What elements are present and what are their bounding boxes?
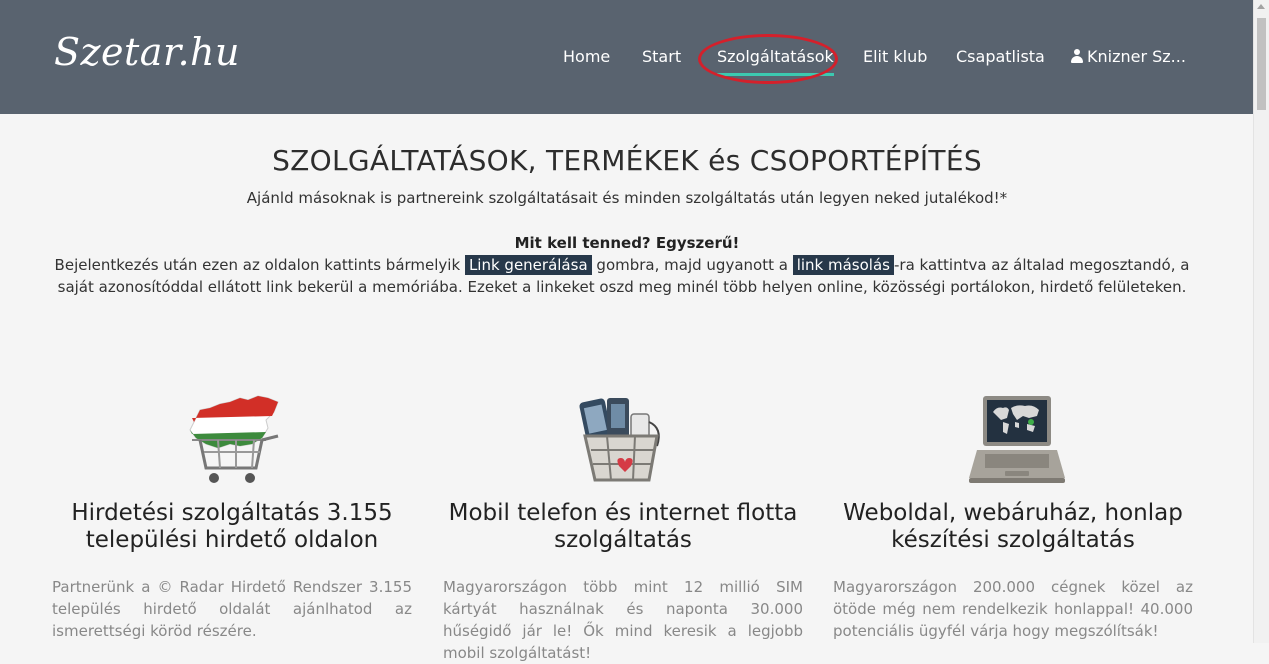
link-generate-tag: Link generálása	[464, 255, 592, 275]
scroll-up-arrow-icon[interactable]	[1257, 4, 1265, 9]
brand-logo[interactable]: Szetar.hu	[54, 30, 240, 74]
page-title: SZOLGÁLTATÁSOK, TERMÉKEK és CSOPORTÉPÍTÉ…	[272, 144, 982, 177]
scrollbar[interactable]	[1253, 0, 1269, 643]
card-text: Partnerünk a © Radar Hirdető Rendszer 3.…	[52, 578, 412, 640]
card-text: Magyarországon több mint 12 millió SIM k…	[443, 578, 803, 662]
user-icon	[1071, 49, 1083, 63]
card-title: Hirdetési szolgáltatás 3.155 települési …	[71, 500, 393, 553]
instructions-text: Bejelentkezés után ezen az oldalon katti…	[40, 254, 1204, 298]
nav-home[interactable]: Home	[563, 47, 610, 66]
laptop-world-icon	[967, 392, 1067, 487]
mobile-basket-icon	[577, 392, 677, 487]
card-title: Weboldal, webáruház, honlap készítési sz…	[843, 500, 1183, 553]
how-title: Mit kell tenned? Egyszerű!	[514, 234, 740, 252]
navbar: Szetar.hu Home Start Szolgáltatások Elit…	[0, 0, 1254, 114]
hungary-cart-icon	[186, 392, 286, 487]
link-copy-tag: link másolás	[792, 255, 894, 275]
nav-user-menu[interactable]: Knizner Sz...	[1071, 47, 1186, 66]
user-name: Knizner Sz...	[1087, 47, 1186, 66]
nav-szolgaltatasok[interactable]: Szolgáltatások	[717, 47, 834, 76]
scrollbar-thumb[interactable]	[1257, 18, 1266, 110]
nav-elit-klub[interactable]: Elit klub	[863, 47, 927, 66]
card-text: Magyarországon 200.000 cégnek közel az ö…	[833, 578, 1193, 640]
card-title: Mobil telefon és internet flotta szolgál…	[448, 500, 798, 553]
nav-csapatlista[interactable]: Csapatlista	[956, 47, 1045, 66]
page-subtitle: Ajánld másoknak is partnereink szolgálta…	[246, 189, 1008, 207]
desc-part-1: Bejelentkezés után ezen az oldalon katti…	[54, 256, 461, 274]
nav-start[interactable]: Start	[642, 47, 681, 66]
desc-part-2: gombra, majd ugyanott a	[596, 256, 788, 274]
